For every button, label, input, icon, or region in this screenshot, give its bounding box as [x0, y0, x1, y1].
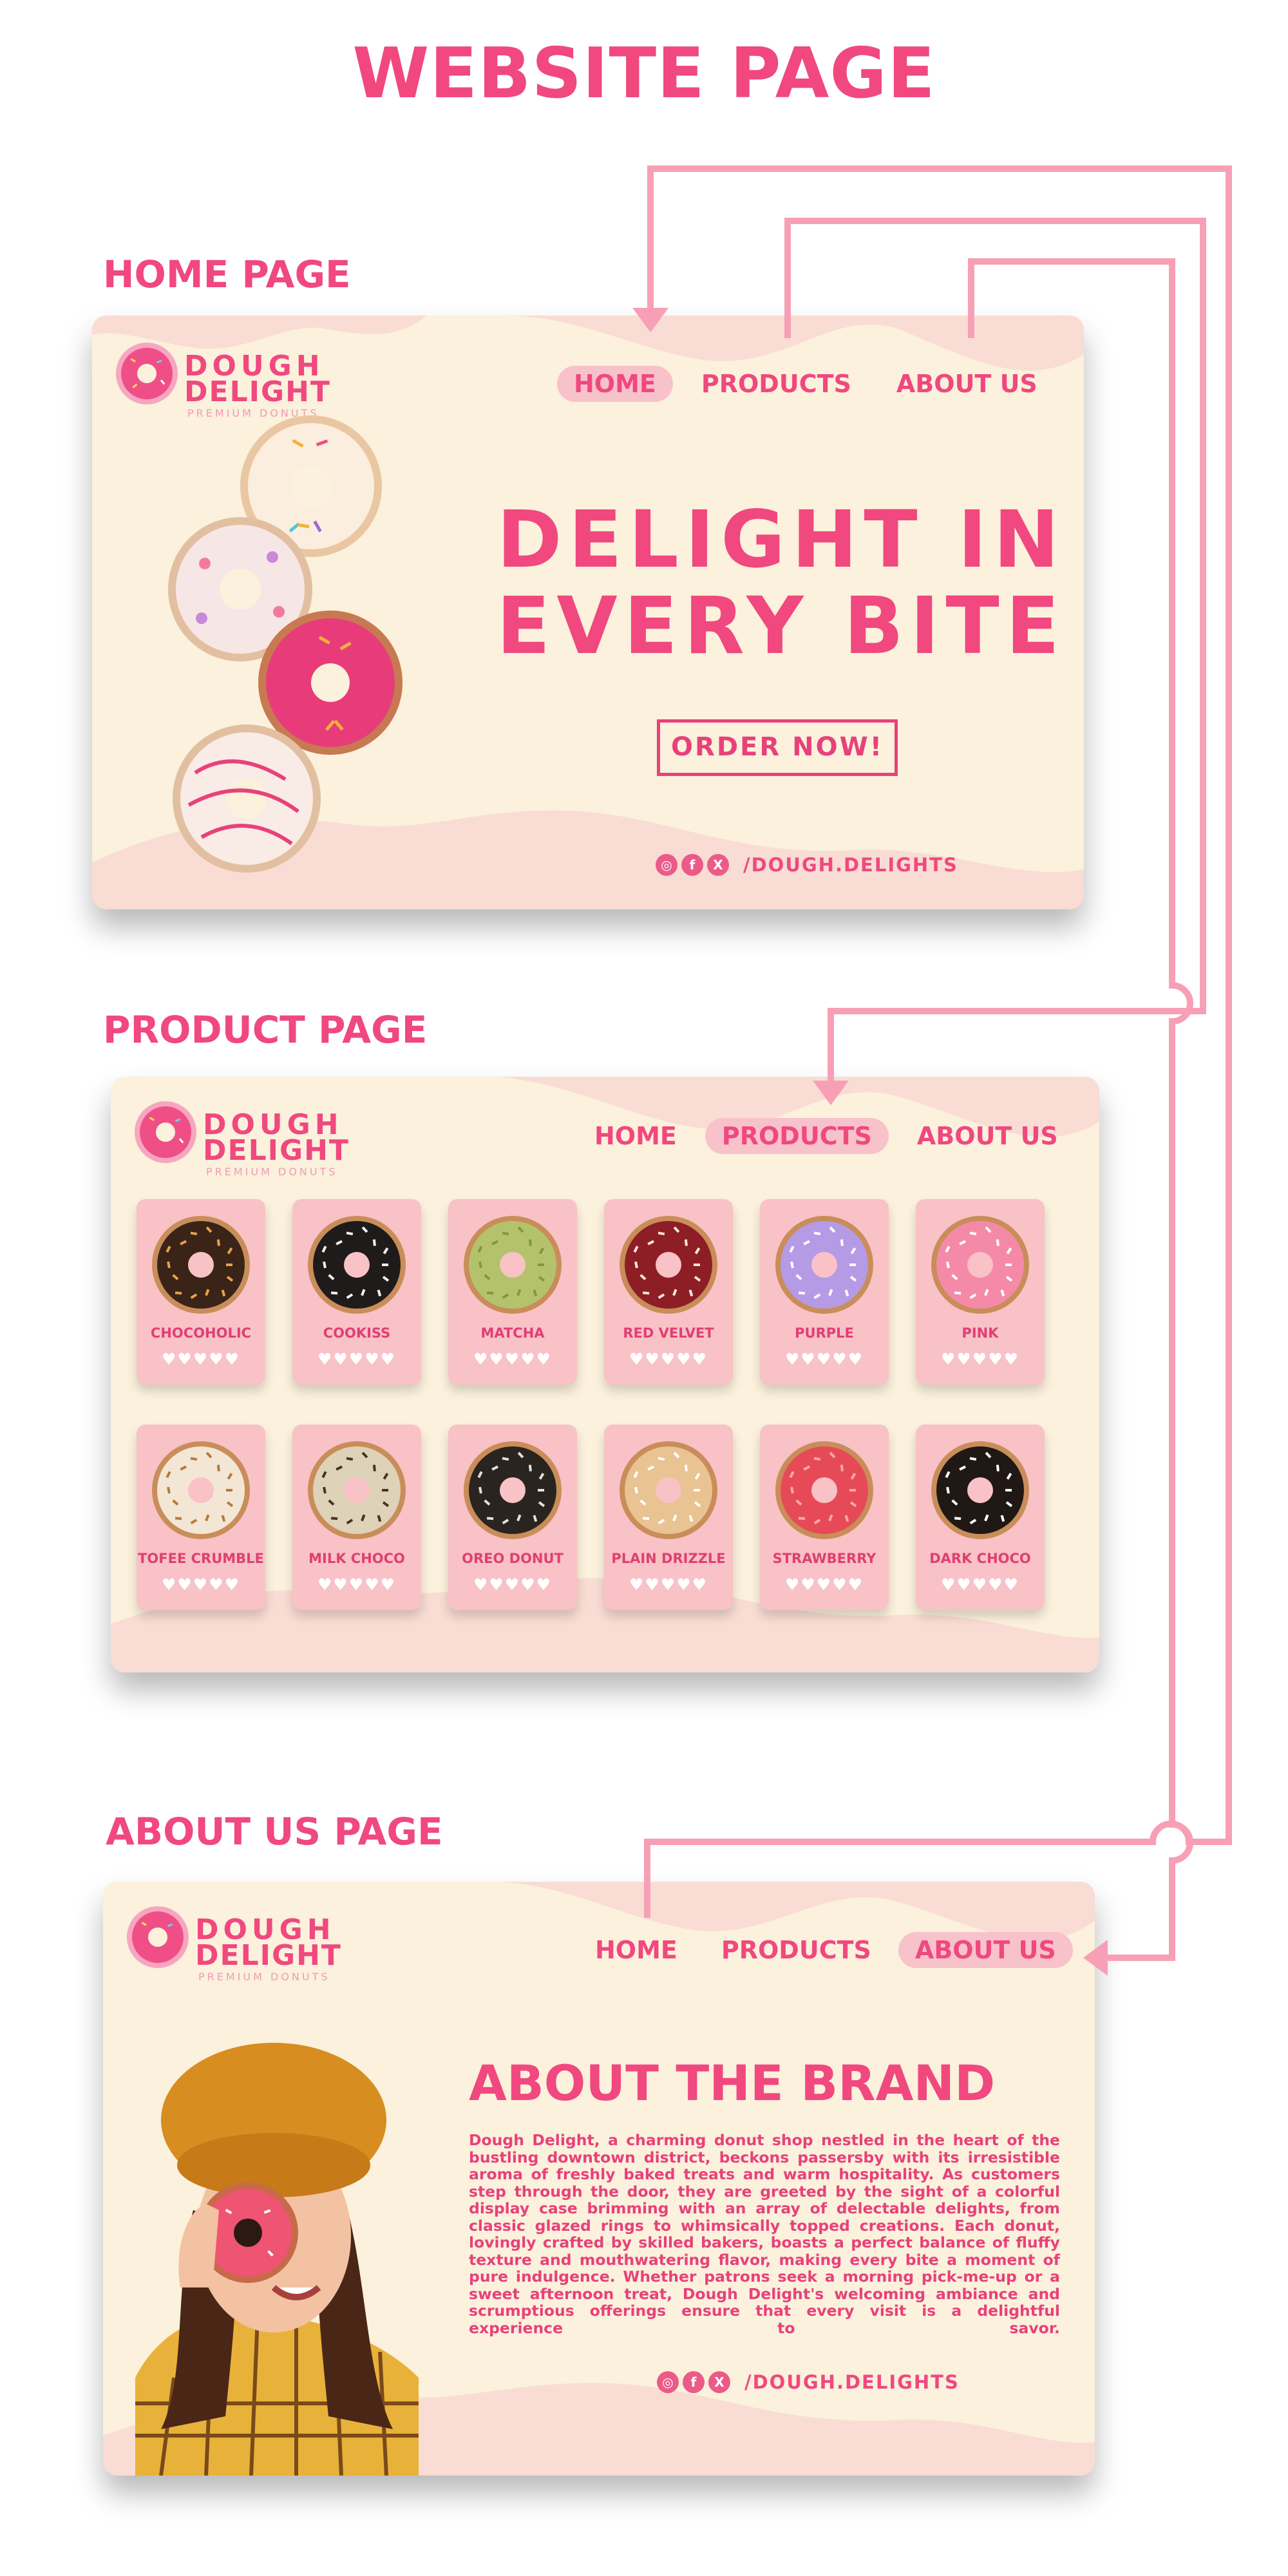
- nav-home[interactable]: HOME: [578, 1932, 694, 1968]
- product-rating-hearts[interactable]: ♥♥♥♥♥: [604, 1575, 733, 1594]
- about-body-text: Dough Delight, a charming donut shop nes…: [469, 2131, 1060, 2337]
- product-rating-hearts[interactable]: ♥♥♥♥♥: [916, 1575, 1045, 1594]
- product-name: OREO DONUT: [462, 1551, 564, 1566]
- donut-image: [308, 1216, 406, 1314]
- product-card[interactable]: OREO DONUT ♥♥♥♥♥: [448, 1425, 577, 1610]
- product-card[interactable]: CHOCOHOLIC ♥♥♥♥♥: [137, 1199, 265, 1385]
- social-bar: ◎ f X /DOUGH.DELIGHTS: [657, 2371, 960, 2393]
- brand-tagline: PREMIUM DONUTS: [206, 1166, 338, 1178]
- product-rating-hearts[interactable]: ♥♥♥♥♥: [916, 1350, 1045, 1368]
- x-twitter-icon[interactable]: X: [707, 854, 729, 876]
- page-title: WEBSITE PAGE: [352, 33, 936, 114]
- donut-logo-icon: [135, 1101, 196, 1163]
- product-card[interactable]: PLAIN DRIZZLE ♥♥♥♥♥: [604, 1425, 733, 1610]
- product-rating-hearts[interactable]: ♥♥♥♥♥: [137, 1350, 265, 1368]
- nav-products[interactable]: PRODUCTS: [685, 366, 868, 402]
- product-rating-hearts[interactable]: ♥♥♥♥♥: [760, 1350, 889, 1368]
- social-bar: ◎ f X /DOUGH.DELIGHTS: [656, 854, 958, 876]
- product-name: PURPLE: [795, 1325, 854, 1341]
- product-name: MILK CHOCO: [308, 1551, 405, 1566]
- hero-headline-line2: EVERY BITE: [496, 580, 1066, 672]
- instagram-icon[interactable]: ◎: [656, 854, 677, 876]
- donut-image: [775, 1216, 873, 1314]
- donut-image: [464, 1441, 562, 1539]
- nav-about[interactable]: ABOUT US: [900, 1118, 1075, 1154]
- donut-image: [931, 1216, 1029, 1314]
- about-title: ABOUT THE BRAND: [469, 2054, 996, 2112]
- product-name: STRAWBERRY: [772, 1551, 876, 1566]
- product-name: CHOCOHOLIC: [150, 1325, 252, 1341]
- product-name: COOKISS: [323, 1325, 391, 1341]
- product-rating-hearts[interactable]: ♥♥♥♥♥: [760, 1575, 889, 1594]
- donut-image: [152, 1216, 250, 1314]
- brand-logo[interactable]: DOUGH DELIGHT PREMIUM DONUTS: [111, 335, 330, 419]
- nav-products[interactable]: PRODUCTS: [705, 1118, 889, 1154]
- donut-image: [152, 1441, 250, 1539]
- facebook-icon[interactable]: f: [683, 2371, 705, 2393]
- home-page-mockup: DOUGH DELIGHT PREMIUM DONUTS HOME PRODUC…: [92, 316, 1084, 909]
- donut-image: [620, 1216, 717, 1314]
- product-card[interactable]: PURPLE ♥♥♥♥♥: [760, 1199, 889, 1385]
- donut-image: [775, 1441, 873, 1539]
- product-rating-hearts[interactable]: ♥♥♥♥♥: [137, 1575, 265, 1594]
- facebook-icon[interactable]: f: [681, 854, 703, 876]
- product-card[interactable]: MATCHA ♥♥♥♥♥: [448, 1199, 577, 1385]
- donut-logo-icon: [116, 343, 178, 404]
- brand-tagline: PREMIUM DONUTS: [198, 1971, 330, 1983]
- nav-home[interactable]: HOME: [578, 1118, 694, 1154]
- product-card[interactable]: TOFEE CRUMBLE ♥♥♥♥♥: [137, 1425, 265, 1610]
- product-name: MATCHA: [480, 1325, 545, 1341]
- product-name: PINK: [961, 1325, 999, 1341]
- main-nav: HOME PRODUCTS ABOUT US: [557, 366, 1054, 402]
- donut-image: [464, 1216, 562, 1314]
- product-card[interactable]: COOKISS ♥♥♥♥♥: [292, 1199, 421, 1385]
- product-card[interactable]: MILK CHOCO ♥♥♥♥♥: [292, 1425, 421, 1610]
- donut-image: [931, 1441, 1029, 1539]
- instagram-icon[interactable]: ◎: [657, 2371, 679, 2393]
- product-rating-hearts[interactable]: ♥♥♥♥♥: [448, 1350, 577, 1368]
- home-page-label: HOME PAGE: [103, 252, 351, 296]
- about-page-label: ABOUT US PAGE: [106, 1810, 443, 1853]
- donut-image: [620, 1441, 717, 1539]
- nav-about[interactable]: ABOUT US: [880, 366, 1054, 402]
- product-card[interactable]: DARK CHOCO ♥♥♥♥♥: [916, 1425, 1045, 1610]
- product-rating-hearts[interactable]: ♥♥♥♥♥: [604, 1350, 733, 1368]
- main-nav: HOME PRODUCTS ABOUT US: [578, 1932, 1073, 1968]
- social-handle[interactable]: /DOUGH.DELIGHTS: [744, 2371, 960, 2393]
- product-card[interactable]: STRAWBERRY ♥♥♥♥♥: [760, 1425, 889, 1610]
- brand-logo[interactable]: DOUGH DELIGHT PREMIUM DONUTS: [130, 1094, 348, 1178]
- product-name: PLAIN DRIZZLE: [611, 1551, 726, 1566]
- donut-logo-icon: [127, 1906, 189, 1968]
- product-page-label: PRODUCT PAGE: [103, 1008, 428, 1052]
- nav-about[interactable]: ABOUT US: [898, 1932, 1073, 1968]
- hero-headline-line1: DELIGHT IN: [497, 494, 1066, 585]
- about-page-mockup: DOUGH DELIGHT PREMIUM DONUTS HOME PRODUC…: [103, 1882, 1095, 2476]
- main-nav: HOME PRODUCTS ABOUT US: [578, 1118, 1075, 1154]
- brand-name-line2: DELIGHT: [184, 375, 331, 408]
- brand-name-line2: DELIGHT: [195, 1939, 342, 1972]
- product-rating-hearts[interactable]: ♥♥♥♥♥: [292, 1575, 421, 1594]
- product-rating-hearts[interactable]: ♥♥♥♥♥: [448, 1575, 577, 1594]
- woman-with-donut-photo: [135, 2043, 419, 2476]
- brand-name-line2: DELIGHT: [203, 1134, 350, 1167]
- product-page-mockup: DOUGH DELIGHT PREMIUM DONUTS HOME PRODUC…: [111, 1077, 1099, 1672]
- nav-products[interactable]: PRODUCTS: [705, 1932, 888, 1968]
- product-name: RED VELVET: [623, 1325, 714, 1341]
- order-now-button[interactable]: ORDER NOW!: [657, 719, 898, 776]
- product-name: TOFEE CRUMBLE: [138, 1551, 264, 1566]
- x-twitter-icon[interactable]: X: [708, 2371, 730, 2393]
- product-name: DARK CHOCO: [929, 1551, 1031, 1566]
- donut-stack-image: [168, 415, 402, 873]
- product-card[interactable]: RED VELVET ♥♥♥♥♥: [604, 1199, 733, 1385]
- brand-logo[interactable]: DOUGH DELIGHT PREMIUM DONUTS: [122, 1899, 341, 1983]
- product-rating-hearts[interactable]: ♥♥♥♥♥: [292, 1350, 421, 1368]
- nav-home[interactable]: HOME: [557, 366, 673, 402]
- donut-image: [308, 1441, 406, 1539]
- product-card[interactable]: PINK ♥♥♥♥♥: [916, 1199, 1045, 1385]
- social-handle[interactable]: /DOUGH.DELIGHTS: [743, 854, 958, 876]
